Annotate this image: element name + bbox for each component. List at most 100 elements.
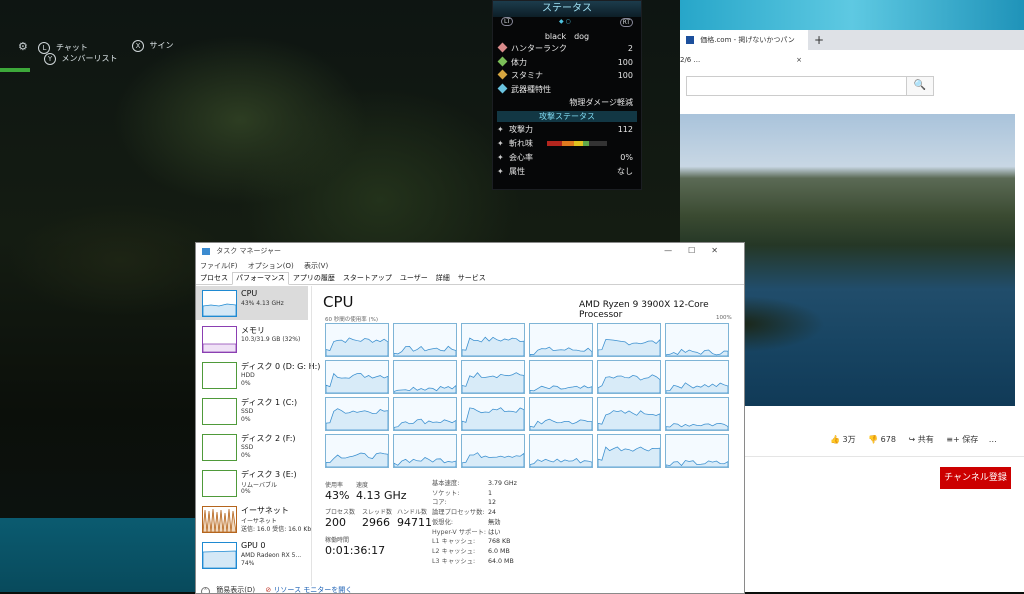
sidebar-item-detail: SSD — [241, 408, 254, 415]
more-icon[interactable]: … — [989, 435, 997, 444]
tab-services[interactable]: サービス — [454, 272, 490, 285]
lt-button[interactable]: LT — [501, 17, 514, 26]
status-panel: ステータス LT ◆ ○ RT black dog 物理ダメージ軽減 攻撃ステー… — [492, 0, 642, 190]
spec-row: 論理プロセッサ数: 24 — [432, 508, 517, 518]
sidebar-item-detail: 43% 4.13 GHz — [241, 300, 284, 307]
resource-monitor-link[interactable]: リソース モニターを開く — [273, 586, 352, 593]
cpu-core-graph — [597, 360, 661, 394]
stat-label: スタミナ — [511, 71, 543, 80]
cpu-core-graph — [665, 434, 729, 468]
menu-view[interactable]: 表示(V) — [304, 262, 328, 270]
video-actions: 👍 3万 👎 678 ↪ 共有 ≡+ 保存 … — [830, 434, 997, 445]
like-count: 3万 — [842, 435, 856, 444]
sidebar-item[interactable]: メモリ 10.3/31.9 GB (32%) — [196, 322, 308, 356]
sidebar-item-value: 0% — [241, 488, 251, 495]
tab-performance[interactable]: パフォーマンス — [232, 272, 289, 285]
attack-value: 112 — [617, 125, 633, 134]
cpu-core-graph — [325, 323, 389, 357]
menu-file[interactable]: ファイル(F) — [200, 262, 238, 270]
sidebar-item[interactable]: GPU 0 AMD Radeon RX 5... 74% — [196, 538, 308, 572]
save-label[interactable]: 保存 — [962, 435, 978, 444]
simple-view-link[interactable]: 簡易表示(D) — [216, 586, 255, 593]
sidebar-thumbnail — [202, 542, 237, 569]
stat-value: 2 — [627, 44, 633, 53]
spec-key: Hyper-V サポート: — [432, 528, 487, 536]
spec-key: L1 キャッシュ: — [432, 538, 476, 546]
collapse-icon[interactable]: ⌃ — [201, 587, 210, 593]
status-title: ステータス — [493, 1, 641, 17]
attack-value: 0% — [620, 153, 633, 162]
sidebar-item[interactable]: ディスク 0 (D: G: H:) HDD 0% — [196, 358, 320, 392]
status-row: 武器種特性 — [497, 83, 637, 96]
sidebar-item-value: 74% — [241, 560, 255, 567]
sidebar-item[interactable]: CPU 43% 4.13 GHz — [196, 286, 308, 320]
menu-options[interactable]: オプション(O) — [248, 262, 294, 270]
handle-label: ハンドル数 — [397, 509, 428, 516]
stat-label: 武器種特性 — [511, 84, 551, 94]
spec-row: Hyper-V サポート: はい — [432, 528, 517, 538]
spec-row: L1 キャッシュ: 768 KB — [432, 537, 517, 547]
water-area — [0, 518, 200, 592]
x-button-icon: X — [132, 40, 144, 52]
attack-label: 属性 — [509, 167, 525, 176]
handle-stat: ハンドル数 94711 — [397, 507, 432, 529]
status-row: 体力 100 — [497, 56, 637, 69]
sign-hud: X サイン — [132, 40, 174, 52]
attack-icon: ✦ — [497, 125, 504, 134]
attack-row: ✦ 攻撃力 112 — [497, 124, 637, 136]
sidebar-thumbnail — [202, 326, 237, 353]
search-input[interactable] — [686, 76, 908, 96]
uptime-stat: 稼働時間 0:01:36:17 — [325, 535, 385, 557]
share-label[interactable]: 共有 — [918, 435, 934, 444]
sidebar-item[interactable]: ディスク 3 (E:) リムーバブル 0% — [196, 466, 308, 500]
tab-close-icon[interactable]: × — [796, 50, 802, 70]
browser-top-image — [680, 0, 1024, 30]
handle-value: 94711 — [397, 516, 432, 529]
graph-label: 60 秒間の使用率 (%) — [325, 317, 379, 323]
cpu-core-graph — [529, 360, 593, 394]
search-icon[interactable]: 🔍 — [906, 76, 934, 96]
dislike-icon[interactable]: 👎 — [868, 435, 878, 444]
sidebar-divider — [311, 286, 312, 586]
rt-button[interactable]: RT — [619, 18, 633, 27]
member-list-hud: Y メンバーリスト — [44, 53, 118, 65]
subscribe-button[interactable]: チャンネル登録 — [940, 467, 1011, 489]
tab-app-history[interactable]: アプリの履歴 — [289, 272, 339, 285]
spec-key: L2 キャッシュ: — [432, 547, 476, 555]
like-icon[interactable]: 👍 — [830, 435, 840, 444]
sidebar-item[interactable]: イーサネット イーサネット 送信: 16.0 受信: 16.0 Kb — [196, 502, 312, 536]
sharpness-gauge — [547, 141, 607, 146]
stat-value: 100 — [617, 71, 633, 80]
sidebar-item[interactable]: ディスク 1 (C:) SSD 0% — [196, 394, 308, 428]
tab-processes[interactable]: プロセス — [196, 272, 232, 285]
spec-value: 768 KB — [488, 538, 511, 546]
cpu-core-graph — [665, 360, 729, 394]
maximize-icon[interactable]: ☐ — [688, 246, 711, 255]
cpu-core-graphs — [325, 323, 731, 469]
sidebar-thumbnail — [202, 398, 237, 425]
spec-key: コア: — [432, 499, 447, 507]
spec-value: 無効 — [488, 518, 501, 526]
tab-startup[interactable]: スタートアップ — [339, 272, 396, 285]
stat-label: ハンターランク — [511, 44, 567, 53]
sidebar-item-detail: HDD — [241, 372, 255, 379]
close-icon[interactable]: ✕ — [711, 246, 734, 255]
share-icon[interactable]: ↪ — [909, 435, 916, 444]
panel-title: CPU — [323, 293, 354, 311]
cpu-core-graph — [665, 397, 729, 431]
sidebar-item-value: 送信: 16.0 受信: 16.0 Kb — [241, 526, 312, 533]
tab-details[interactable]: 詳細 — [432, 272, 454, 285]
new-tab-icon[interactable]: + — [814, 30, 824, 50]
save-icon[interactable]: ≡+ — [946, 435, 959, 444]
thread-stat: スレッド数 2966 — [362, 507, 392, 529]
minimize-icon[interactable]: — — [664, 246, 688, 255]
attack-label: 攻撃力 — [509, 125, 533, 134]
sidebar-item[interactable]: ディスク 2 (F:) SSD 0% — [196, 430, 308, 464]
sidebar-item-name: ディスク 1 (C:) — [241, 398, 298, 407]
spec-value: 24 — [488, 509, 497, 517]
sidebar-item-name: CPU — [241, 289, 258, 298]
tab-users[interactable]: ユーザー — [396, 272, 432, 285]
cpu-core-graph — [665, 323, 729, 357]
browser-tab[interactable]: 価格.com - 掲げないかつパン 2/6 ... × — [680, 30, 808, 64]
spec-key: ソケット: — [432, 489, 460, 497]
